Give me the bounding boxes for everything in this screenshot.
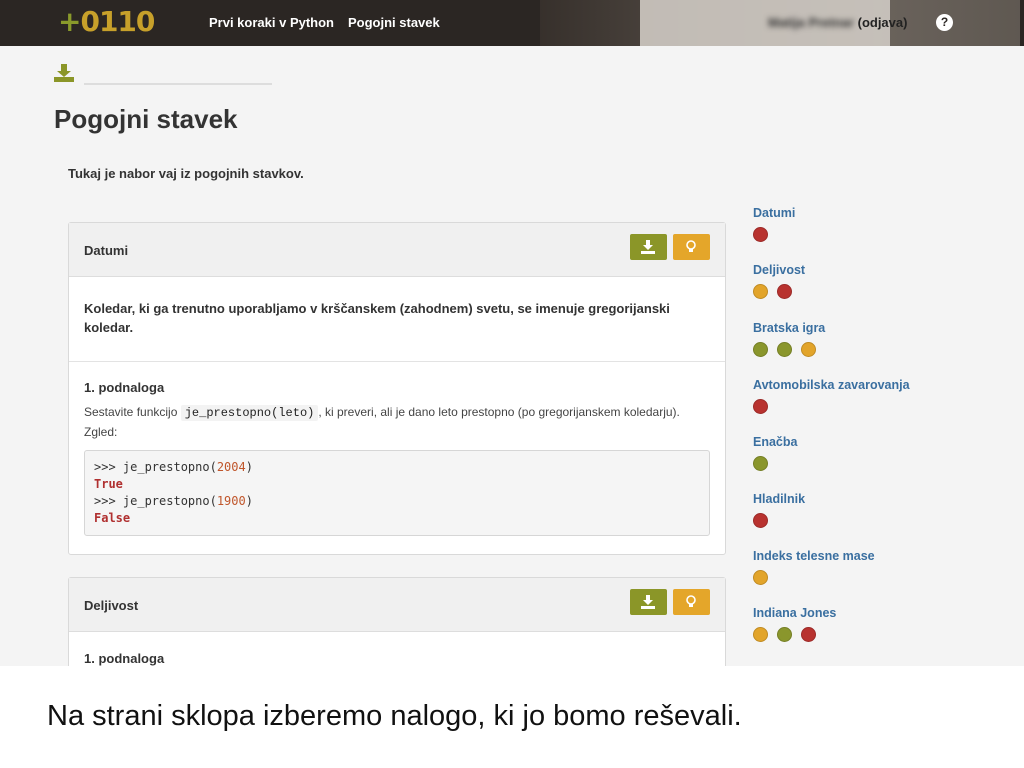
status-dot-red[interactable] xyxy=(777,284,792,299)
status-dot-red[interactable] xyxy=(801,627,816,642)
code-result: False xyxy=(94,511,131,525)
status-dot-green[interactable] xyxy=(753,342,768,357)
download-button[interactable] xyxy=(630,589,667,615)
subtask: 1. podnaloga xyxy=(69,632,725,666)
problem-description: Koledar, ki ga trenutno uporabljamo v kr… xyxy=(69,277,725,362)
hint-button[interactable] xyxy=(673,589,710,615)
subtask-status-dots xyxy=(753,342,825,359)
status-dot-green[interactable] xyxy=(753,456,768,471)
page-intro: Tukaj je nabor vaj iz pogojnih stavkov. xyxy=(68,166,304,181)
code-prompt: >>> xyxy=(94,460,123,474)
download-button[interactable] xyxy=(630,234,667,260)
logo-text: 0110 xyxy=(80,5,155,38)
status-dot-red[interactable] xyxy=(753,399,768,414)
sidebar-problem-link[interactable]: Indiana Jones xyxy=(753,606,836,620)
status-dot-yellow[interactable] xyxy=(753,627,768,642)
sidebar-problem-link[interactable]: Deljivost xyxy=(753,263,805,277)
sidebar-item: Hladilnik xyxy=(753,492,805,530)
sidebar-item: Indiana Jones xyxy=(753,606,836,644)
hint-button[interactable] xyxy=(673,234,710,260)
user-name: Matija Pretnar xyxy=(768,15,854,30)
lightbulb-icon xyxy=(686,595,696,607)
sidebar-item: Deljivost xyxy=(753,263,805,301)
code-close: ) xyxy=(245,494,253,508)
code-call: je_prestopno( xyxy=(122,494,217,508)
sidebar-problem-link[interactable]: Avtomobilska zavarovanja xyxy=(753,378,910,392)
subtask-title: 1. podnaloga xyxy=(84,380,165,395)
subtask-status-dots xyxy=(753,627,836,644)
code-line-4: False xyxy=(94,510,700,527)
sidebar-problem-link[interactable]: Enačba xyxy=(753,435,797,449)
sidebar-problem-link[interactable]: Hladilnik xyxy=(753,492,805,506)
code-arg: 2004 xyxy=(216,460,246,474)
status-dot-red[interactable] xyxy=(753,513,768,528)
lightbulb-icon xyxy=(686,240,696,252)
code-example: >>> je_prestopno(2004) True >>> je_prest… xyxy=(84,450,710,536)
code-line-1: >>> je_prestopno(2004) xyxy=(94,459,700,476)
status-dot-green[interactable] xyxy=(777,627,792,642)
sidebar-item: Indeks telesne mase xyxy=(753,549,875,587)
status-dot-red[interactable] xyxy=(753,227,768,242)
divider xyxy=(84,83,272,85)
page-title: Pogojni stavek xyxy=(54,104,238,134)
download-icon[interactable] xyxy=(54,64,74,87)
code-call: je_prestopno( xyxy=(122,460,217,474)
sidebar-item: Enačba xyxy=(753,435,797,473)
logo-plus: + xyxy=(58,5,81,38)
subtask-text: Sestavite funkcijo je_prestopno(leto), k… xyxy=(84,403,710,442)
problem-title[interactable]: Datumi xyxy=(84,243,128,258)
subtask-status-dots xyxy=(753,227,795,244)
logout-link[interactable]: (odjava) xyxy=(858,15,908,30)
sidebar-item: Datumi xyxy=(753,206,795,244)
site-logo[interactable]: +0110 xyxy=(58,5,155,38)
subtask-status-dots xyxy=(753,570,875,587)
code-prompt: >>> xyxy=(94,494,123,508)
function-signature: je_prestopno(leto) xyxy=(180,405,319,421)
status-dot-yellow[interactable] xyxy=(753,570,768,585)
subtask-text-before: Sestavite funkcijo xyxy=(84,405,181,419)
status-dot-green[interactable] xyxy=(777,342,792,357)
subtask-status-dots xyxy=(753,399,910,416)
subtask: 1. podnaloga Sestavite funkcijo je_prest… xyxy=(69,362,725,554)
description-text: Koledar, ki ga trenutno uporabljamo v kr… xyxy=(84,301,670,335)
top-navbar: +0110 Prvi koraki v Python Pogojni stave… xyxy=(0,0,1024,46)
subtask-status-dots xyxy=(753,456,797,473)
subtask-title: 1. podnaloga xyxy=(84,651,165,666)
problem-title[interactable]: Deljivost xyxy=(84,598,138,613)
main-content: Pogojni stavek Tukaj je nabor vaj iz pog… xyxy=(0,46,1024,666)
sidebar-item: Bratska igra xyxy=(753,321,825,359)
code-close: ) xyxy=(245,460,253,474)
code-line-2: True xyxy=(94,476,700,493)
subtask-status-dots xyxy=(753,513,805,530)
download-icon xyxy=(641,240,655,254)
code-result: True xyxy=(94,477,123,491)
user-menu: Matija Pretnar (odjava) xyxy=(768,15,907,30)
subtask-status-dots xyxy=(753,284,805,301)
problem-panel-deljivost: Deljivost 1. podnaloga xyxy=(68,577,726,666)
sidebar-problem-link[interactable]: Indeks telesne mase xyxy=(753,549,875,563)
caption: Na strani sklopa izberemo nalogo, ki jo … xyxy=(47,700,742,732)
status-dot-yellow[interactable] xyxy=(801,342,816,357)
sidebar-problem-link[interactable]: Bratska igra xyxy=(753,321,825,335)
breadcrumb-current[interactable]: Pogojni stavek xyxy=(348,15,440,30)
help-icon[interactable]: ? xyxy=(936,14,953,31)
panel-header: Datumi xyxy=(69,223,725,277)
panel-header: Deljivost xyxy=(69,578,725,632)
sidebar-item: Avtomobilska zavarovanja xyxy=(753,378,910,416)
problem-panel-datumi: Datumi Koledar, ki ga trenutno uporablja… xyxy=(68,222,726,555)
code-arg: 1900 xyxy=(216,494,246,508)
download-icon xyxy=(641,595,655,609)
status-dot-yellow[interactable] xyxy=(753,284,768,299)
sidebar-problem-link[interactable]: Datumi xyxy=(753,206,795,220)
code-line-3: >>> je_prestopno(1900) xyxy=(94,493,700,510)
breadcrumb-course[interactable]: Prvi koraki v Python xyxy=(209,15,334,30)
